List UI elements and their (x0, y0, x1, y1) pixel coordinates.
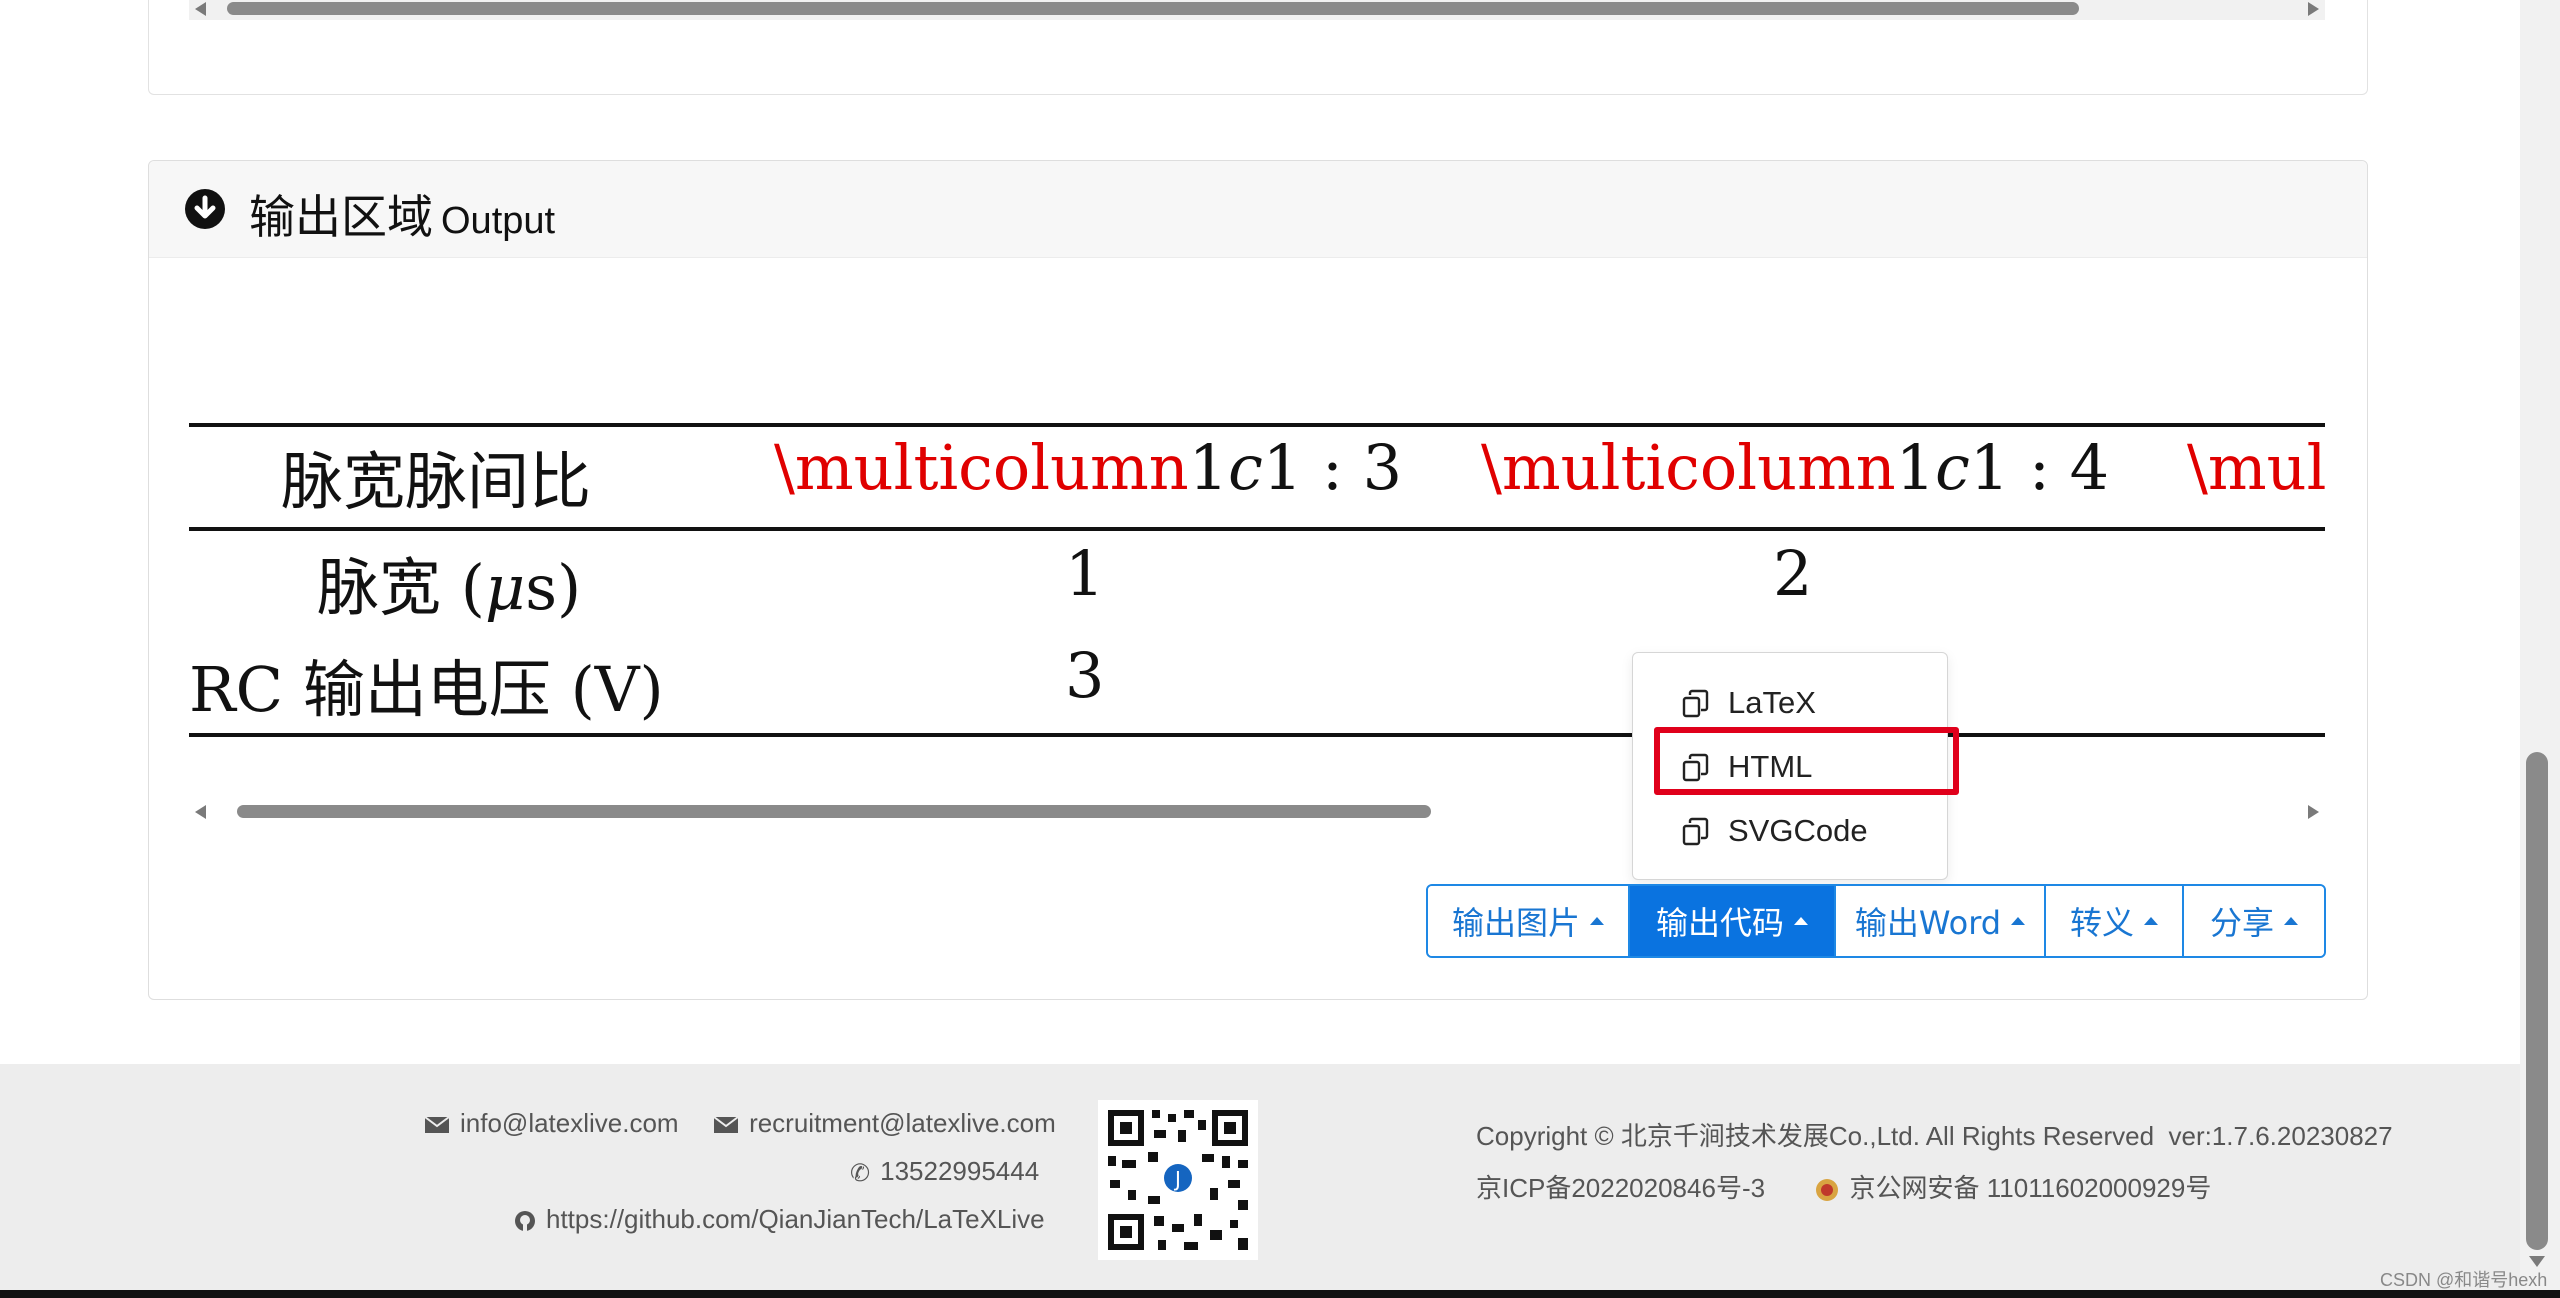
output-title-en: Output (441, 200, 556, 242)
copyright-text: Copyright © 北京千涧技术发展Co.,Ltd. All Rights … (1476, 1121, 2155, 1151)
phone-icon: ✆ (850, 1159, 871, 1187)
scrollbar-thumb[interactable] (237, 805, 1431, 818)
table-mid-rule (189, 527, 2325, 531)
row1-cell1-num: 1 (1188, 431, 1229, 504)
scrollbar-thumb[interactable] (227, 2, 2079, 15)
row1-cell2-num: 1 (1895, 431, 1936, 504)
page-scrollbar-thumb[interactable] (2526, 752, 2548, 1250)
caret-up-icon (2144, 917, 2158, 925)
output-card: 输出区域 Output 脉宽脉间比 \multicolumn1c1 : 3 \mu… (148, 160, 2368, 1000)
row2-label: 脉宽 (μs) (317, 537, 581, 627)
row2-unit-mu: μ (484, 551, 526, 624)
top-card (148, 0, 2368, 95)
version-text: ver:1.7.6.20230827 (2168, 1121, 2393, 1151)
copyright-row: Copyright © 北京千涧技术发展Co.,Ltd. All Rights … (1476, 1116, 2393, 1153)
button-label: 转义 (2069, 904, 2134, 942)
export-image-button[interactable]: 输出图片 (1428, 886, 1630, 956)
export-code-button[interactable]: 输出代码 (1630, 886, 1836, 956)
copy-icon (1682, 817, 1709, 846)
row1-cell1-c: c (1228, 431, 1263, 504)
scroll-left-arrow-icon[interactable] (195, 2, 206, 16)
output-toolbar: 输出图片 输出代码 输出Word 转义 分享 (1426, 884, 2326, 958)
row2-unit-open: ( (460, 551, 485, 624)
output-title: 输出区域 Output (249, 181, 555, 247)
page-footer: info@latexlive.com recruitment@latexlive… (0, 1064, 2520, 1290)
row2-value1: 1 (1065, 537, 1105, 610)
csdn-watermark: CSDN @和谐号hexh (2380, 1270, 2548, 1290)
row2-label-cn: 脉宽 (317, 551, 442, 624)
button-label: 输出图片 (1451, 904, 1580, 942)
table-bottom-rule (189, 733, 2325, 737)
github-icon (515, 1211, 535, 1232)
svg-text:J: J (1173, 1167, 1181, 1191)
table-top-rule (189, 423, 2325, 427)
caret-up-icon (1794, 917, 1808, 925)
registration-row: 京ICP备2022020846号-3 京公网安备 11011602000929号 (1476, 1168, 2211, 1205)
scroll-right-arrow-icon[interactable] (2308, 2, 2319, 16)
row1-cell1-cmd: \multicolumn (774, 431, 1189, 504)
button-label: 输出代码 (1655, 904, 1784, 942)
dropdown-item-label: LaTeX (1728, 685, 1816, 720)
caret-up-icon (2011, 917, 2026, 925)
email-link-info[interactable]: info@latexlive.com (460, 1108, 679, 1138)
export-word-button[interactable]: 输出Word (1836, 886, 2046, 956)
dropdown-item-svgcode[interactable]: SVGCode (1633, 803, 1947, 859)
police-badge-icon (1815, 1179, 1838, 1202)
row1-cell2-c: c (1935, 431, 1970, 504)
share-button[interactable]: 分享 (2184, 886, 2324, 956)
row2-value2: 2 (1773, 537, 1813, 610)
row1-label: 脉宽脉间比 (281, 445, 592, 518)
caret-up-icon (2284, 917, 2298, 925)
email-link-recruitment[interactable]: recruitment@latexlive.com (749, 1108, 1056, 1138)
copy-icon (1682, 689, 1709, 718)
row3-label: RC 输出电压 (V) (189, 639, 664, 729)
top-horizontal-scrollbar[interactable] (189, 0, 2325, 20)
output-title-cn: 输出区域 (249, 190, 433, 244)
row1-cell1-ratio: 1 : 3 (1262, 431, 1403, 504)
github-link[interactable]: https://github.com/QianJianTech/LaTeXLiv… (546, 1204, 1045, 1234)
output-horizontal-scrollbar[interactable] (189, 801, 2325, 823)
html-highlight-annotation (1654, 727, 1959, 795)
envelope-icon (713, 1116, 739, 1134)
row1-cell2-cmd: \multicolumn (1481, 431, 1896, 504)
scroll-left-arrow-icon[interactable] (195, 805, 206, 819)
qr-code: J (1098, 1100, 1258, 1260)
row3-value1: 3 (1065, 639, 1105, 712)
dropdown-item-label: SVGCode (1728, 813, 1868, 848)
icp-link[interactable]: 京ICP备2022020846号-3 (1476, 1173, 1765, 1203)
output-header: 输出区域 Output (149, 161, 2367, 258)
button-label: 输出Word (1854, 904, 2002, 942)
phone-number: 13522995444 (880, 1156, 1040, 1186)
rendered-table: 脉宽脉间比 \multicolumn1c1 : 3 \multicolumn1c… (189, 423, 2325, 743)
button-label: 分享 (2209, 904, 2274, 942)
github-row: https://github.com/QianJianTech/LaTeXLiv… (514, 1204, 1045, 1235)
police-record-link[interactable]: 京公网安备 11011602000929号 (1850, 1173, 2212, 1203)
contact-email-row: info@latexlive.com recruitment@latexlive… (424, 1108, 1056, 1139)
bottom-edge (0, 1290, 2560, 1298)
caret-up-icon (1590, 917, 1604, 925)
row1-cell2: \multicolumn1c1 : 4 (1481, 431, 2109, 504)
dropdown-item-latex[interactable]: LaTeX (1633, 675, 1947, 731)
row3-label-rc: RC (189, 653, 284, 726)
row3-label-cn: 输出电压 (302, 653, 551, 726)
scroll-right-arrow-icon[interactable] (2308, 805, 2319, 819)
escape-button[interactable]: 转义 (2046, 886, 2184, 956)
row1-cell3: \mul (2187, 431, 2325, 504)
row3-label-unit: (V) (570, 653, 664, 726)
row1-cell2-ratio: 1 : 4 (1969, 431, 2110, 504)
contact-phone-row: ✆ 13522995444 (850, 1156, 1039, 1188)
qr-code-icon: J (1098, 1100, 1258, 1260)
row2-unit-s: s) (525, 551, 582, 624)
envelope-icon (424, 1116, 450, 1134)
row1-cell1: \multicolumn1c1 : 3 (774, 431, 1402, 504)
arrow-down-circle-icon (185, 189, 225, 229)
